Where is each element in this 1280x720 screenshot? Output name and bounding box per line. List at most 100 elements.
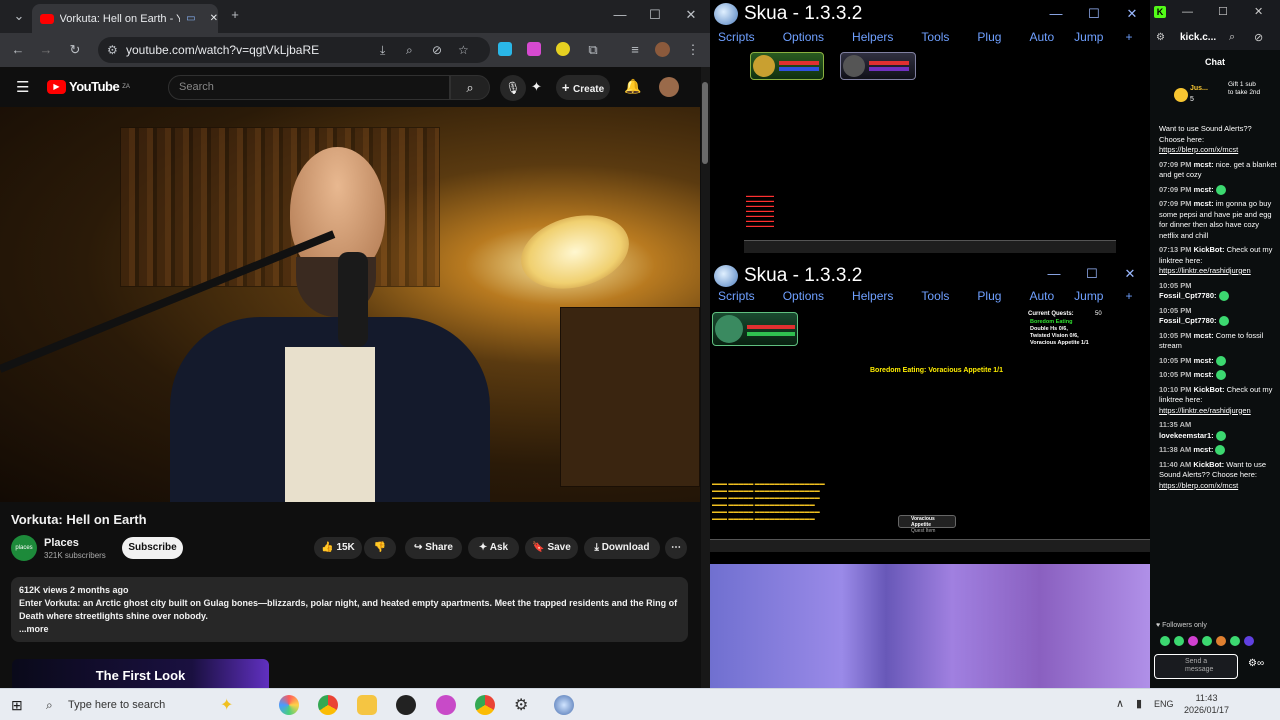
skua-maximize-button[interactable]: ☐ (1078, 266, 1106, 282)
eye-off-icon[interactable]: ⊘ (1254, 31, 1263, 44)
minimize-button[interactable]: — (605, 7, 635, 22)
close-button[interactable]: ✕ (676, 7, 706, 23)
video-player[interactable] (0, 107, 700, 502)
bookmark-star-icon[interactable]: ☆ (458, 37, 469, 63)
emote-icon[interactable] (1216, 636, 1226, 646)
back-icon[interactable]: ← (9, 42, 27, 57)
skua-minimize-button[interactable]: — (1042, 6, 1070, 21)
kick-maximize-button[interactable]: ☐ (1218, 5, 1228, 18)
emote-bar[interactable] (1160, 636, 1254, 646)
settings-icon[interactable]: ⚙ (1156, 32, 1165, 43)
skua-taskbar-icon[interactable] (554, 695, 574, 715)
menu-add[interactable]: + (1117, 27, 1140, 47)
share-button[interactable]: ↪ Share (405, 537, 462, 559)
download-button[interactable]: ⤓ Download (584, 537, 660, 559)
save-button[interactable]: 🔖 Save (525, 537, 578, 559)
menu-add[interactable]: + (1117, 286, 1140, 306)
menu-options[interactable]: Options (775, 286, 832, 306)
show-more-link[interactable]: ...more (19, 623, 680, 636)
clock[interactable]: 11:43 2026/01/17 (1184, 692, 1229, 716)
skua-close-button[interactable]: ✕ (1118, 6, 1146, 22)
profile-avatar[interactable] (655, 42, 670, 57)
message-link[interactable]: https://blerp.com/x/mcst (1159, 481, 1238, 490)
account-avatar[interactable] (659, 77, 679, 97)
search-icon[interactable]: ⌕ (450, 75, 490, 100)
settings-gear-icon[interactable]: ⚙ (514, 695, 528, 715)
skua-minimize-button[interactable]: — (1040, 266, 1068, 281)
gemini-icon[interactable]: ✦ (531, 79, 542, 95)
game-hud-bar[interactable] (744, 240, 1116, 253)
taskbar-search[interactable]: ⌕ Type here to search (40, 694, 248, 716)
new-tab-button[interactable]: + (220, 7, 250, 22)
skua-maximize-button[interactable]: ☐ (1080, 6, 1108, 22)
eye-off-icon[interactable]: ⊘ (432, 37, 442, 63)
emote-icon[interactable] (1174, 636, 1184, 646)
menu-scripts[interactable]: Scripts (710, 27, 763, 47)
like-button[interactable]: 👍 15K (314, 537, 362, 559)
kick-minimize-button[interactable]: — (1182, 6, 1193, 18)
channel-name[interactable]: Places (44, 537, 79, 549)
search-highlight-icon[interactable]: ✦ (220, 695, 233, 715)
related-thumbnail[interactable]: The First Look (12, 659, 269, 688)
menu-auto[interactable]: Auto (1021, 27, 1062, 47)
emote-icon[interactable] (1244, 636, 1254, 646)
chrome-icon[interactable] (318, 695, 338, 715)
steam-icon[interactable] (396, 695, 416, 715)
message-user[interactable]: mcst: (1194, 185, 1214, 194)
pinned-gift-card[interactable]: Jus... 5 Gift 1 sub to take 2nd (1158, 78, 1278, 118)
extension-1-icon[interactable] (498, 42, 512, 56)
tab-youtube[interactable]: Vorkuta: Hell on Earth - You ▭ ✕ (32, 4, 218, 33)
forward-icon[interactable]: → (37, 42, 55, 57)
ask-button[interactable]: ✦ Ask (468, 537, 519, 559)
address-bar[interactable]: ⚙ youtube.com/watch?v=qgtVkLjbaRE ⤓ ⌕ ⊘ … (98, 37, 490, 63)
subscribe-button[interactable]: Subscribe (122, 537, 183, 559)
media-controls-icon[interactable]: ≡ (626, 42, 644, 57)
message-user[interactable]: mcst: (1194, 331, 1214, 340)
tab-search-icon[interactable]: ⌄ (4, 8, 34, 24)
message-user[interactable]: mcst: (1193, 445, 1213, 454)
language-indicator[interactable]: ENG (1154, 699, 1174, 709)
menu-plug[interactable]: Plug (969, 27, 1009, 47)
skua-close-button[interactable]: ✕ (1116, 266, 1144, 282)
message-user[interactable]: lovekeemstar1: (1159, 431, 1214, 440)
tray-chevron-icon[interactable]: ∧ (1116, 697, 1124, 710)
menu-tools[interactable]: Tools (913, 286, 957, 306)
menu-plug[interactable]: Plug (969, 286, 1009, 306)
emote-icon[interactable] (1160, 636, 1170, 646)
tab-close-icon[interactable]: ✕ (210, 13, 218, 24)
message-user[interactable]: KickBot: (1194, 385, 1225, 394)
file-explorer-icon[interactable] (357, 695, 377, 715)
reload-icon[interactable]: ↻ (66, 42, 84, 58)
message-link[interactable]: https://linktr.ee/rashidjurgen (1159, 406, 1251, 415)
message-link[interactable]: https://linktr.ee/rashidjurgen (1159, 266, 1251, 275)
extension-3-icon[interactable] (556, 42, 570, 56)
emote-icon[interactable] (1230, 636, 1240, 646)
menu-helpers[interactable]: Helpers (844, 27, 901, 47)
emote-icon[interactable] (1202, 636, 1212, 646)
message-user[interactable]: mcst: (1194, 160, 1214, 169)
game-hud-bar[interactable] (710, 539, 1150, 552)
maximize-button[interactable]: ☐ (640, 7, 670, 23)
battery-icon[interactable]: ▮ (1136, 697, 1142, 710)
emote-icon[interactable] (1188, 636, 1198, 646)
site-info-icon[interactable]: ⚙ (107, 37, 118, 63)
message-user[interactable]: mcst: (1194, 370, 1214, 379)
scrollbar-thumb[interactable] (702, 82, 708, 164)
message-user[interactable]: mcst: (1194, 356, 1214, 365)
menu-options[interactable]: Options (775, 27, 832, 47)
zoom-icon[interactable]: ⌕ (406, 37, 413, 63)
chrome-menu-icon[interactable]: ⋮ (684, 42, 702, 58)
search-input[interactable]: Search (168, 75, 450, 100)
voice-search-icon[interactable]: 🎙 (500, 75, 526, 101)
message-user[interactable]: Fossil_Cpt7780: (1159, 291, 1217, 300)
menu-tools[interactable]: Tools (913, 27, 957, 47)
menu-helpers[interactable]: Helpers (844, 286, 901, 306)
send-message-input[interactable]: Send a message (1154, 654, 1238, 679)
pinwheel-app-icon[interactable] (279, 695, 299, 715)
kick-close-button[interactable]: ✕ (1254, 5, 1263, 18)
message-link[interactable]: https://blerp.com/x/mcst (1159, 145, 1238, 154)
windows-start-icon[interactable]: ⊞ (11, 697, 23, 714)
message-user[interactable]: KickBot: (1193, 460, 1224, 469)
app-icon[interactable] (436, 695, 456, 715)
message-user[interactable]: KickBot: (1194, 245, 1225, 254)
